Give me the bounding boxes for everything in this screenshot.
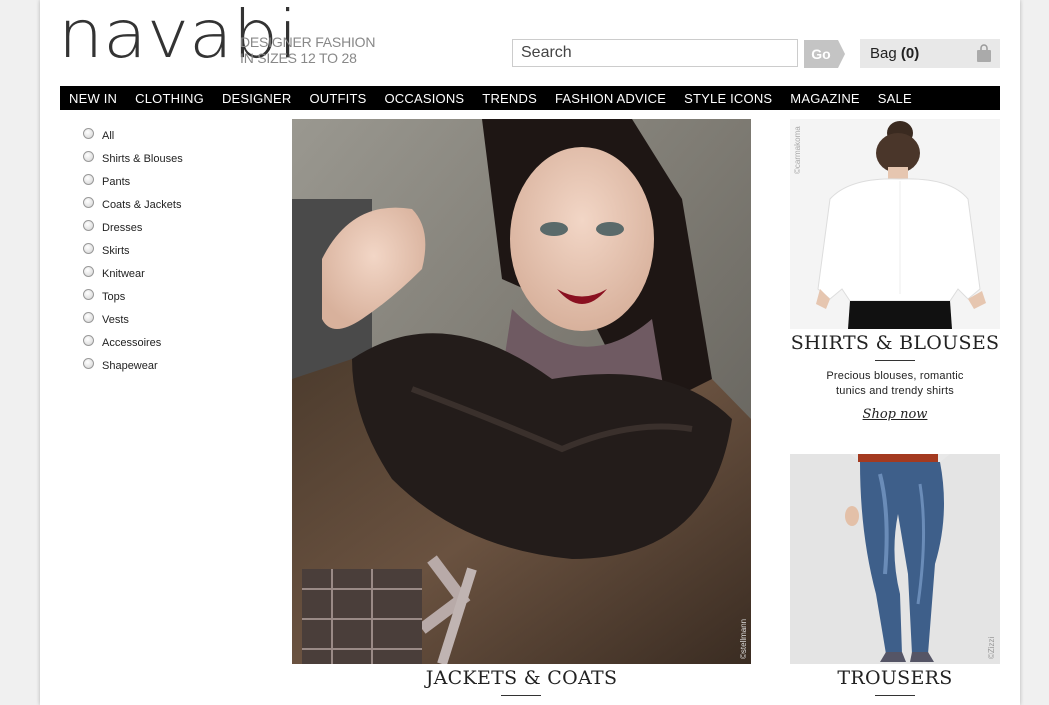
shirts-desc-line-1: Precious blouses, romantic	[826, 370, 964, 382]
shirts-photo	[790, 119, 1000, 329]
trousers-category-title[interactable]: TROUSERS	[790, 667, 1000, 689]
tagline-line-2: IN SIZES 12 TO 28	[240, 50, 357, 66]
filter-label: Knitwear	[102, 267, 145, 280]
radio-button[interactable]	[83, 312, 94, 323]
search-go-button[interactable]: Go	[804, 40, 838, 68]
filter-option-accessoires[interactable]: Accessoires	[83, 331, 183, 354]
filter-option-skirts[interactable]: Skirts	[83, 239, 183, 262]
filter-option-vests[interactable]: Vests	[83, 308, 183, 331]
filter-label: Shapewear	[102, 359, 158, 372]
bag-count: (0)	[900, 45, 920, 62]
filter-label: Dresses	[102, 221, 143, 234]
nav-item-magazine[interactable]: MAGAZINE	[781, 91, 869, 106]
radio-button[interactable]	[83, 197, 94, 208]
nav-item-outfits[interactable]: OUTFITS	[300, 91, 375, 106]
radio-button[interactable]	[83, 243, 94, 254]
filter-option-shapewear[interactable]: Shapewear	[83, 354, 183, 377]
radio-button[interactable]	[83, 266, 94, 277]
page-container: navabi DESIGNER FASHION IN SIZES 12 TO 2…	[40, 0, 1020, 705]
hero-photo-credit: ©stellmann	[739, 618, 748, 659]
promo-image-trousers[interactable]: ©Zizzi	[790, 454, 1000, 664]
trousers-title-underline	[875, 695, 915, 696]
go-arrow-icon	[838, 40, 845, 68]
radio-button[interactable]	[83, 151, 94, 162]
shirts-category-title[interactable]: SHIRTS & BLOUSES	[790, 332, 1000, 354]
bag-label: Bag	[870, 45, 897, 62]
trousers-photo	[790, 454, 1000, 664]
radio-button[interactable]	[83, 128, 94, 139]
filter-option-tops[interactable]: Tops	[83, 285, 183, 308]
nav-item-clothing[interactable]: CLOTHING	[126, 91, 213, 106]
filter-option-knitwear[interactable]: Knitwear	[83, 262, 183, 285]
filter-option-dresses[interactable]: Dresses	[83, 216, 183, 239]
filter-label: Pants	[102, 175, 131, 188]
tagline-line-1: DESIGNER FASHION	[240, 34, 376, 50]
shirts-title-underline	[875, 360, 915, 361]
nav-item-trends[interactable]: TRENDS	[473, 91, 546, 106]
nav-item-new-in[interactable]: NEW IN	[60, 91, 126, 106]
nav-item-occasions[interactable]: OCCASIONS	[375, 91, 473, 106]
filter-option-coats-jackets[interactable]: Coats & Jackets	[83, 193, 183, 216]
shirts-photo-credit: ©carmakoma	[793, 126, 802, 174]
nav-item-designer[interactable]: DESIGNER	[213, 91, 301, 106]
hero-category-title[interactable]: JACKETS & COATS	[292, 667, 751, 689]
hero-title-underline	[501, 695, 541, 696]
filter-option-shirts-blouses[interactable]: Shirts & Blouses	[83, 147, 183, 170]
shopping-bag-icon	[977, 44, 991, 62]
shirts-desc-line-2: tunics and trendy shirts	[836, 385, 954, 397]
filter-label: Shirts & Blouses	[102, 152, 183, 165]
shirts-shop-now-link[interactable]: Shop now	[790, 407, 1000, 422]
filter-label: Accessoires	[102, 336, 162, 349]
radio-button[interactable]	[83, 335, 94, 346]
trousers-photo-credit: ©Zizzi	[987, 636, 996, 659]
nav-item-fashion-advice[interactable]: FASHION ADVICE	[546, 91, 675, 106]
main-navigation: NEW IN CLOTHING DESIGNER OUTFITS OCCASIONS TR…	[60, 86, 1000, 110]
nav-item-style-icons[interactable]: STYLE ICONS	[675, 91, 781, 106]
shopping-bag-button[interactable]: Bag (0)	[860, 39, 1000, 68]
filter-label: All	[102, 129, 115, 142]
brand-tagline: DESIGNER FASHION IN SIZES 12 TO 28	[240, 34, 375, 66]
category-filter-list: All Shirts & Blouses Pants Coats & Jackets D…	[83, 124, 183, 377]
search-input[interactable]	[512, 39, 798, 67]
hero-image-jackets[interactable]: ©stellmann	[292, 119, 751, 664]
promo-image-shirts[interactable]: ©carmakoma	[790, 119, 1000, 329]
nav-item-sale[interactable]: SALE	[869, 91, 921, 106]
filter-label: Tops	[102, 290, 126, 303]
filter-label: Coats & Jackets	[102, 198, 182, 211]
filter-label: Skirts	[102, 244, 130, 257]
filter-option-pants[interactable]: Pants	[83, 170, 183, 193]
filter-option-all[interactable]: All	[83, 124, 183, 147]
radio-button[interactable]	[83, 220, 94, 231]
filter-label: Vests	[102, 313, 129, 326]
radio-button[interactable]	[83, 174, 94, 185]
shirts-description: Precious blouses, romantic tunics and tr…	[790, 369, 1000, 399]
radio-button[interactable]	[83, 358, 94, 369]
radio-button[interactable]	[83, 289, 94, 300]
hero-photo	[292, 119, 751, 664]
